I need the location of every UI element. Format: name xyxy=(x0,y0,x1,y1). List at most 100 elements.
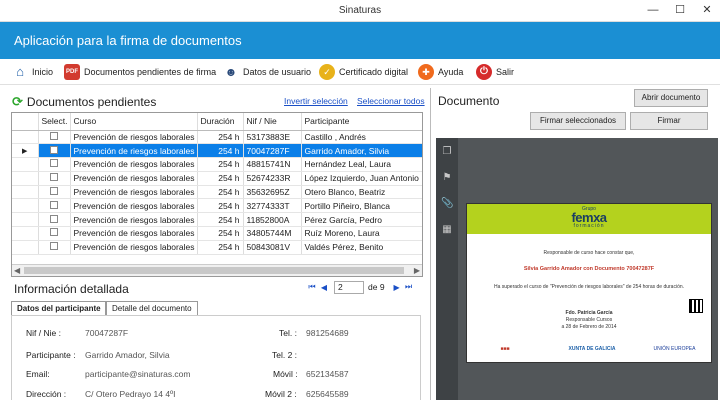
row-select-checkbox[interactable] xyxy=(38,185,71,200)
row-select-checkbox[interactable] xyxy=(38,198,71,214)
direccion-label: Dirección : xyxy=(26,389,67,399)
scrollbar-thumb[interactable] xyxy=(24,267,404,274)
pdf-icon: PDF xyxy=(64,64,80,80)
cell-nif: 11852800A xyxy=(243,212,302,228)
viewer-toolbar: ❐ ⚑ 📎 ▦ xyxy=(436,138,458,400)
table-row[interactable]: Prevención de riesgos laborales 254 h 1185… xyxy=(12,212,422,228)
row-header-cell xyxy=(12,171,39,186)
user-icon: ☻ xyxy=(223,64,239,80)
checkbox[interactable] xyxy=(49,214,58,223)
cell-duracion: 254 h xyxy=(197,171,244,186)
table-row[interactable]: Prevención de riesgos laborales 254 h 3277… xyxy=(12,198,422,214)
column-header-curso[interactable]: Curso xyxy=(70,113,198,131)
pages-icon[interactable]: ❐ xyxy=(441,146,453,158)
nif-value: 70047287F xyxy=(85,328,129,338)
scroll-right-icon[interactable]: ▶ xyxy=(414,266,420,275)
cell-participante: Castillo , Andrés xyxy=(301,130,422,145)
column-header-duracion[interactable]: Duración xyxy=(197,113,244,131)
cell-nif: 53173883E xyxy=(243,130,302,145)
attachment-icon[interactable]: 📎 xyxy=(441,198,453,210)
maximize-button[interactable]: ☐ xyxy=(667,2,693,18)
document-page: Grupo femxa formación Responsable de curs… xyxy=(466,203,712,363)
row-select-checkbox[interactable] xyxy=(38,212,71,228)
pdf-viewer[interactable]: ❐ ⚑ 📎 ▦ Grupo femxa formación Responsable… xyxy=(436,138,718,400)
checkbox[interactable] xyxy=(49,200,58,209)
grid-horizontal-scrollbar[interactable]: ◀ ▶ xyxy=(12,264,422,276)
qr-code xyxy=(689,299,703,313)
panel-divider[interactable] xyxy=(430,88,431,400)
cell-duracion: 254 h xyxy=(197,143,244,159)
row-select-checkbox[interactable] xyxy=(38,157,71,172)
table-row[interactable]: Prevención de riesgos laborales 254 h 4881… xyxy=(12,157,422,172)
menu-item-inicio[interactable]: ⌂ Inicio xyxy=(12,62,53,82)
menu-item-label: Certificado digital xyxy=(339,67,409,77)
tab-detalle-documento[interactable]: Detalle del documento xyxy=(106,301,198,316)
femxa-logo: femxa formación xyxy=(467,210,711,229)
tab-datos-participante[interactable]: Datos del participante xyxy=(11,301,106,316)
eu-logo: UNIÓN EUROPEA xyxy=(653,346,696,352)
participant-panel: Nif / Nie : 70047287F Participante : Gar… xyxy=(11,315,421,400)
checkbox[interactable] xyxy=(49,242,58,251)
row-select-checkbox[interactable] xyxy=(38,240,71,255)
checkbox[interactable] xyxy=(49,187,58,196)
close-button[interactable]: ✕ xyxy=(694,2,720,18)
page-count: de 9 xyxy=(368,282,385,292)
cell-participante: Hernández Leal, Laura xyxy=(301,157,422,172)
sign-selected-button[interactable]: Firmar seleccionados xyxy=(530,112,626,130)
tel-value: 981254689 xyxy=(306,328,349,338)
row-header-cell xyxy=(12,185,39,200)
cell-curso: Prevención de riesgos laborales xyxy=(70,198,198,214)
cell-nif: 34805744M xyxy=(243,226,302,241)
nif-label: Nif / Nie : xyxy=(26,328,61,338)
row-select-checkbox[interactable] xyxy=(38,130,71,145)
invert-selection-link[interactable]: Invertir selección xyxy=(284,96,348,106)
next-page-icon[interactable]: ▶ xyxy=(391,283,403,292)
layers-icon[interactable]: ▦ xyxy=(441,224,453,236)
table-row[interactable]: Prevención de riesgos laborales 254 h 5267… xyxy=(12,171,422,186)
first-page-icon[interactable]: ⏮ xyxy=(306,282,318,292)
xunta-logo: XUNTA DE GALICIA xyxy=(568,346,616,352)
detail-title: Información detallada xyxy=(14,282,129,296)
sign-button[interactable]: Firmar xyxy=(630,112,708,130)
row-select-checkbox[interactable] xyxy=(38,226,71,241)
row-select-checkbox[interactable] xyxy=(38,143,71,159)
select-all-link[interactable]: Seleccionar todos xyxy=(357,96,425,106)
menu-item-datos-usuario[interactable]: ☻ Datos de usuario xyxy=(223,62,311,82)
checkbox[interactable] xyxy=(49,159,58,168)
menu-item-label: Ayuda xyxy=(438,67,464,77)
cell-participante: López Izquierdo, Juan Antonio xyxy=(301,171,422,186)
checkbox[interactable] xyxy=(49,145,58,154)
prev-page-icon[interactable]: ◀ xyxy=(318,283,330,292)
cell-curso: Prevención de riesgos laborales xyxy=(70,212,198,228)
minimize-button[interactable]: — xyxy=(640,2,666,18)
menu-item-salir[interactable]: ⏻ Salir xyxy=(476,62,514,82)
column-header-participante[interactable]: Participante xyxy=(301,113,422,131)
participante-label: Participante : xyxy=(26,350,76,360)
table-row[interactable]: Prevención de riesgos laborales 254 h 3563… xyxy=(12,185,422,200)
table-row[interactable]: Prevención de riesgos laborales 254 h 3480… xyxy=(12,226,422,241)
open-document-button[interactable]: Abrir documento xyxy=(634,89,708,107)
refresh-icon[interactable]: ⟳ xyxy=(12,94,23,110)
cell-curso: Prevención de riesgos laborales xyxy=(70,143,198,159)
home-icon: ⌂ xyxy=(12,64,28,80)
checkbox[interactable] xyxy=(49,173,58,182)
column-header-nif[interactable]: Nif / Nie xyxy=(243,113,302,131)
table-row[interactable]: Prevención de riesgos laborales 254 h 5317… xyxy=(12,130,422,145)
scroll-left-icon[interactable]: ◀ xyxy=(14,266,20,275)
menu-item-certificado[interactable]: ✓ Certificado digital xyxy=(319,62,408,82)
checkbox[interactable] xyxy=(49,228,58,237)
page-input[interactable]: 2 xyxy=(334,280,364,294)
checkbox[interactable] xyxy=(49,131,58,140)
spain-gov-logo: ■■■ xyxy=(500,346,510,352)
cert-date: a 28 de Febrero de 2014 xyxy=(561,324,617,330)
column-header-select[interactable]: Select. xyxy=(38,113,71,131)
last-page-icon[interactable]: ⏭ xyxy=(403,282,415,292)
menu-item-documentos-pendientes[interactable]: PDF Documentos pendientes de firma xyxy=(64,62,216,82)
window-titlebar: Sinaturas — ☐ ✕ xyxy=(0,0,720,22)
menu-item-ayuda[interactable]: ✚ Ayuda xyxy=(418,62,463,82)
bookmark-icon[interactable]: ⚑ xyxy=(441,172,453,184)
row-select-checkbox[interactable] xyxy=(38,171,71,186)
table-row[interactable]: ▶ Prevención de riesgos laborales 254 h 700… xyxy=(12,143,422,159)
table-row[interactable]: Prevención de riesgos laborales 254 h 5084… xyxy=(12,240,422,255)
cell-nif: 50843081V xyxy=(243,240,302,255)
